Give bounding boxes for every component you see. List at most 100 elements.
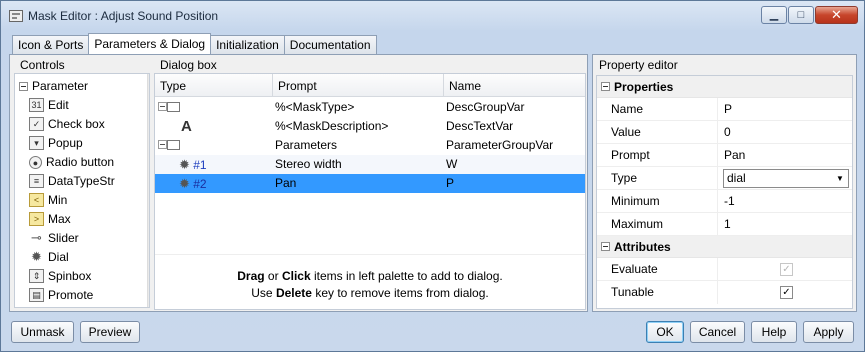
tab-documentation[interactable]: Documentation — [283, 35, 377, 54]
scroll-down-icon[interactable]: ▼ — [148, 295, 149, 307]
control-promote[interactable]: ▤ Promote — [29, 286, 93, 304]
property-row-value[interactable]: Value 0 — [597, 121, 852, 144]
hint-drag: Drag — [237, 269, 265, 283]
control-popup[interactable]: ▾ Popup — [29, 134, 83, 152]
property-row-name[interactable]: Name P — [597, 98, 852, 121]
control-datatypestr[interactable]: ≡ DataTypeStr — [29, 172, 115, 190]
attribute-key: Evaluate — [611, 262, 658, 276]
control-slider[interactable]: ⊸ Slider — [29, 229, 79, 247]
scroll-thumb[interactable] — [149, 89, 150, 219]
property-value[interactable]: -1 — [724, 190, 735, 213]
control-label: Spinbox — [48, 269, 92, 283]
collapse-icon[interactable] — [158, 140, 167, 150]
property-row-maximum[interactable]: Maximum 1 — [597, 213, 852, 236]
attribute-row-evaluate[interactable]: Evaluate ✓ — [597, 258, 852, 281]
minimize-icon: ▁ — [769, 9, 779, 21]
apply-button[interactable]: Apply — [803, 321, 854, 343]
folder-icon — [167, 101, 180, 112]
controls-palette: Parameter 31 Edit ✓ Check box ▾ Popup ● … — [14, 73, 150, 308]
spinbox-icon: ⇕ — [29, 269, 44, 283]
minimize-button[interactable]: ▁ — [761, 6, 787, 24]
row-name: ParameterGroupVar — [446, 138, 554, 152]
hint-line1-rest: items in left palette to add to dialog. — [310, 269, 503, 283]
property-editor-title: Property editor — [599, 58, 678, 72]
promote-icon: ▤ — [29, 288, 44, 302]
hint-click: Click — [281, 269, 311, 283]
folder-icon — [167, 139, 180, 150]
row-type: ✹ #1 — [155, 155, 272, 174]
parameter-group-label: Parameter — [32, 79, 89, 93]
table-row[interactable]: Parameters ParameterGroupVar — [155, 136, 585, 155]
property-value[interactable]: 0 — [724, 121, 731, 144]
control-label: Min — [48, 193, 68, 207]
control-edit[interactable]: 31 Edit — [29, 96, 69, 114]
column-header-type[interactable]: Type — [155, 74, 273, 97]
grid-header: Type Prompt Name — [155, 74, 585, 97]
row-prompt: Stereo width — [275, 157, 342, 171]
table-row[interactable]: ✹ #1 Stereo width W — [155, 155, 585, 174]
control-check-box[interactable]: ✓ Check box — [29, 115, 105, 133]
collapse-icon[interactable] — [19, 81, 28, 91]
control-spinbox[interactable]: ⇕ Spinbox — [29, 267, 91, 285]
ok-button[interactable]: OK — [646, 321, 684, 343]
chevron-down-icon[interactable]: ▼ — [832, 170, 848, 187]
help-button[interactable]: Help — [751, 321, 797, 343]
tab-parameters-dialog[interactable]: Parameters & Dialog — [88, 33, 212, 54]
control-radio-button[interactable]: ● Radio button — [29, 153, 114, 171]
column-header-prompt[interactable]: Prompt — [273, 74, 444, 97]
row-prompt: %<MaskDescription> — [275, 119, 389, 133]
property-value[interactable]: 1 — [724, 213, 731, 236]
type-select-value: dial — [727, 171, 746, 185]
property-value[interactable]: P — [724, 98, 732, 121]
property-key: Value — [611, 125, 641, 139]
parameters-dialog-panel: Controls Parameter 31 Edit ✓ Check box ▾… — [9, 54, 588, 312]
table-row[interactable]: %<MaskType> DescGroupVar — [155, 98, 585, 117]
control-max[interactable]: > Max — [29, 210, 71, 228]
table-row[interactable]: A %<MaskDescription> DescTextVar — [155, 117, 585, 136]
min-icon: < — [29, 193, 44, 207]
preview-button[interactable]: Preview — [80, 321, 140, 343]
table-row-selected[interactable]: ✹ #2 Pan P — [155, 174, 585, 193]
control-min[interactable]: < Min — [29, 191, 67, 209]
row-type-label: #1 — [193, 158, 207, 172]
property-row-prompt[interactable]: Prompt Pan — [597, 144, 852, 167]
hint-or: or — [264, 269, 282, 283]
unmask-button[interactable]: Unmask — [11, 321, 74, 343]
window-title: Mask Editor : Adjust Sound Position — [28, 9, 219, 23]
type-select[interactable]: dial ▼ — [723, 169, 849, 188]
attributes-section[interactable]: Attributes — [597, 236, 852, 258]
slider-icon: ⊸ — [31, 230, 42, 245]
collapse-icon[interactable] — [158, 102, 167, 112]
tab-icon-ports[interactable]: Icon & Ports — [12, 35, 90, 54]
properties-section[interactable]: Properties — [597, 76, 852, 98]
control-label: Dial — [48, 250, 69, 264]
dialog-box-title: Dialog box — [160, 58, 217, 72]
parameter-group[interactable]: Parameter — [19, 78, 88, 94]
controls-title: Controls — [20, 58, 65, 72]
datatype-icon: ≡ — [29, 174, 44, 188]
properties-section-label: Properties — [614, 80, 674, 94]
tunable-checkbox[interactable]: ✓ — [780, 286, 793, 299]
controls-scrollbar[interactable]: ▲ ▼ — [147, 74, 150, 307]
attribute-row-tunable[interactable]: Tunable ✓ — [597, 281, 852, 304]
property-row-type[interactable]: Type dial ▼ — [597, 167, 852, 190]
property-editor-panel: Property editor Properties Name P Value 0 … — [592, 54, 857, 312]
cancel-button[interactable]: Cancel — [690, 321, 745, 343]
max-icon: > — [29, 212, 44, 226]
control-label: Edit — [48, 98, 69, 112]
collapse-icon[interactable] — [601, 242, 610, 252]
property-key: Prompt — [611, 148, 650, 162]
attribute-key: Tunable — [611, 285, 654, 299]
evaluate-checkbox: ✓ — [780, 263, 793, 276]
close-button[interactable]: ✕ — [815, 6, 858, 24]
collapse-icon[interactable] — [601, 82, 610, 92]
column-header-name[interactable]: Name — [444, 74, 585, 97]
control-dial[interactable]: ✹ Dial — [29, 248, 69, 266]
scroll-up-icon[interactable]: ▲ — [148, 74, 149, 88]
property-key: Minimum — [611, 194, 660, 208]
tab-initialization[interactable]: Initialization — [210, 35, 285, 54]
property-row-minimum[interactable]: Minimum -1 — [597, 190, 852, 213]
property-value[interactable]: Pan — [724, 144, 745, 167]
maximize-button[interactable]: □ — [788, 6, 814, 24]
tab-bar: Icon & Ports Parameters & Dialog Initial… — [12, 33, 377, 54]
